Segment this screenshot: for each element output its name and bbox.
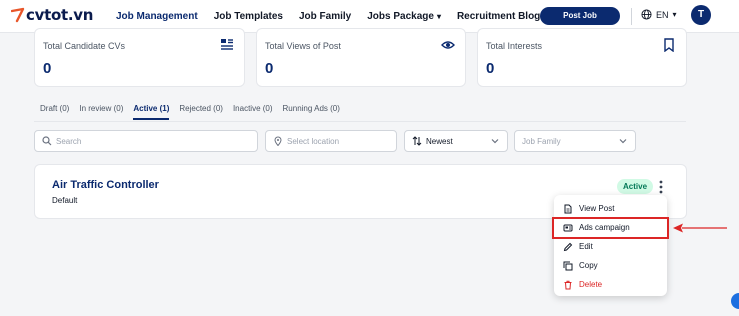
stat-card-views: Total Views of Post 0 bbox=[256, 28, 466, 87]
search-icon bbox=[42, 136, 52, 146]
stat-value: 0 bbox=[265, 60, 274, 77]
bookmark-icon bbox=[664, 38, 674, 52]
language-selector[interactable]: EN ▾ bbox=[641, 9, 677, 20]
nav-label: Jobs Package bbox=[367, 11, 434, 22]
nav-label: Job Management bbox=[116, 11, 198, 22]
globe-icon bbox=[641, 9, 652, 20]
stat-label: Total Views of Post bbox=[265, 41, 341, 51]
location-select[interactable]: Select location bbox=[265, 130, 397, 152]
tab-in-review[interactable]: In review (0) bbox=[79, 104, 123, 120]
more-options-icon[interactable] bbox=[658, 180, 664, 194]
chevron-down-icon bbox=[619, 139, 627, 144]
search-placeholder: Search bbox=[56, 136, 82, 146]
eye-icon bbox=[441, 41, 455, 49]
sort-icon bbox=[412, 136, 422, 146]
list-card-icon bbox=[221, 39, 233, 50]
post-job-button[interactable]: Post Job bbox=[540, 7, 620, 25]
status-tabs: Draft (0) In review (0) Active (1) Rejec… bbox=[40, 104, 350, 120]
chat-widget-icon[interactable] bbox=[731, 293, 739, 309]
brand-logo[interactable]: cvtot.vn bbox=[11, 6, 93, 24]
user-avatar[interactable]: T bbox=[691, 5, 711, 25]
stat-value: 0 bbox=[486, 60, 495, 77]
job-family-placeholder: Job Family bbox=[522, 136, 561, 146]
menu-item-label: View Post bbox=[579, 204, 615, 213]
logo-mark-icon bbox=[11, 7, 25, 23]
tabs-divider bbox=[34, 121, 686, 122]
sort-value: Newest bbox=[426, 136, 453, 146]
chevron-down-icon: ▾ bbox=[672, 10, 677, 19]
highlight-box bbox=[552, 217, 669, 239]
trash-icon bbox=[564, 280, 572, 289]
sort-select[interactable]: Newest bbox=[404, 130, 508, 152]
tab-rejected[interactable]: Rejected (0) bbox=[179, 104, 223, 120]
menu-item-label: Delete bbox=[579, 280, 603, 289]
stat-value: 0 bbox=[43, 60, 52, 77]
search-input[interactable]: Search bbox=[34, 130, 258, 152]
chevron-down-icon bbox=[491, 139, 499, 144]
stat-card-candidate-cvs: Total Candidate CVs 0 bbox=[34, 28, 245, 87]
location-placeholder: Select location bbox=[287, 136, 340, 146]
menu-item-delete[interactable]: Delete bbox=[554, 275, 667, 294]
stat-label: Total Candidate CVs bbox=[43, 41, 126, 51]
pencil-icon bbox=[563, 242, 573, 251]
nav-label: Recruitment Blog bbox=[456, 11, 541, 22]
tab-inactive[interactable]: Inactive (0) bbox=[233, 104, 273, 120]
menu-item-edit[interactable]: Edit bbox=[554, 237, 667, 256]
document-icon bbox=[564, 204, 572, 213]
stat-card-interests: Total Interests 0 bbox=[477, 28, 687, 87]
tab-active[interactable]: Active (1) bbox=[133, 104, 170, 120]
job-actions-menu: View Post Ads campaign Edit Copy Delete bbox=[554, 195, 667, 296]
copy-icon bbox=[563, 261, 573, 270]
job-subtitle: Default bbox=[52, 196, 78, 205]
nav-label: Job Templates bbox=[213, 11, 283, 22]
menu-item-label: Copy bbox=[579, 261, 598, 270]
divider bbox=[631, 8, 632, 25]
status-badge: Active bbox=[617, 179, 654, 194]
menu-item-view-post[interactable]: View Post bbox=[554, 199, 667, 218]
job-title[interactable]: Air Traffic Controller bbox=[52, 179, 159, 191]
stat-label: Total Interests bbox=[486, 41, 543, 51]
annotation-arrow-icon bbox=[673, 223, 727, 233]
language-label: EN bbox=[656, 9, 669, 20]
map-pin-icon bbox=[274, 136, 282, 146]
brand-name: cvtot.vn bbox=[26, 6, 94, 24]
tab-running-ads[interactable]: Running Ads (0) bbox=[283, 104, 340, 120]
tab-draft[interactable]: Draft (0) bbox=[40, 104, 69, 120]
menu-item-copy[interactable]: Copy bbox=[554, 256, 667, 275]
chevron-down-icon: ▾ bbox=[436, 12, 441, 21]
nav-label: Job Family bbox=[298, 11, 352, 22]
job-family-select[interactable]: Job Family bbox=[514, 130, 636, 152]
menu-item-label: Edit bbox=[579, 242, 593, 251]
